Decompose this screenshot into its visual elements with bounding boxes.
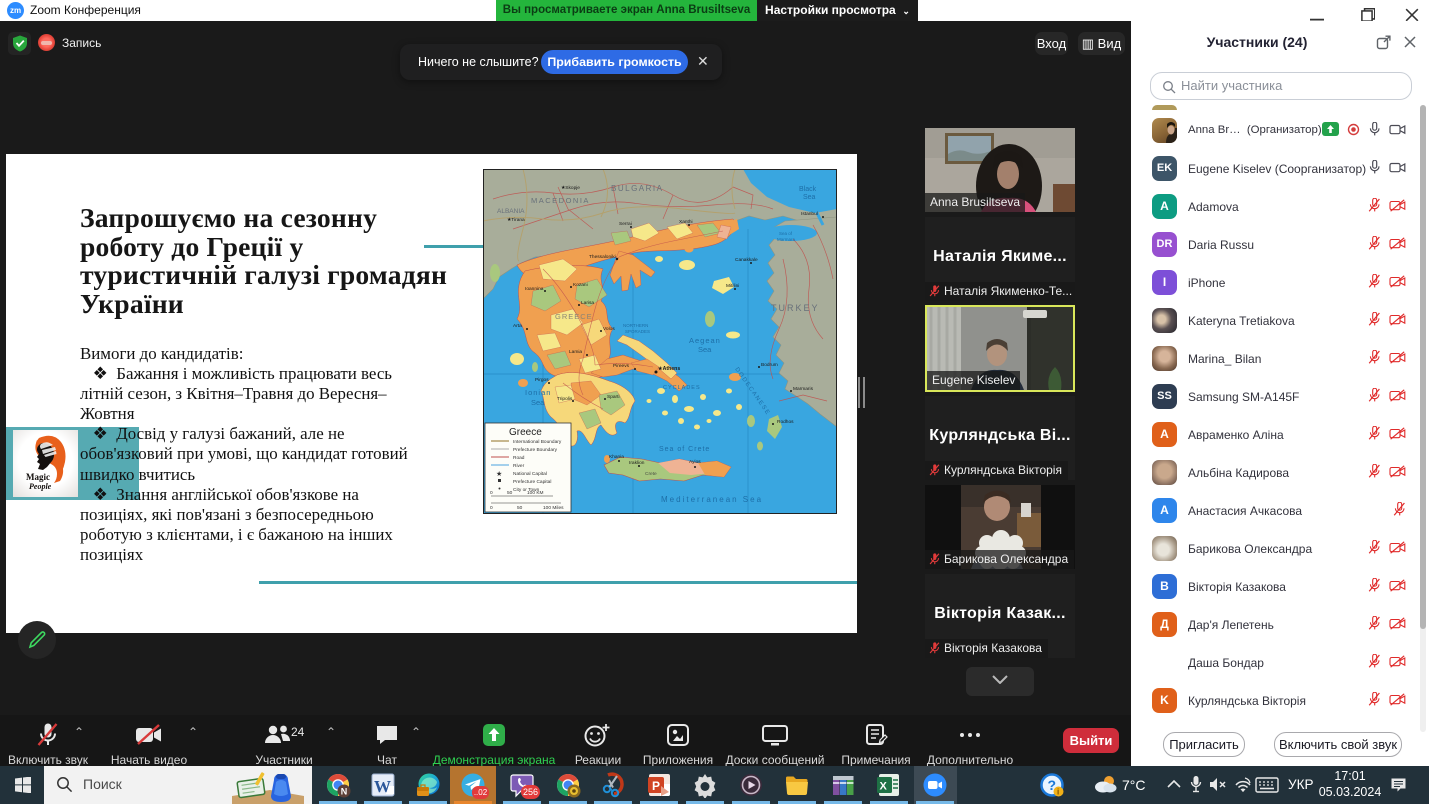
svg-text:TURKEY: TURKEY: [771, 303, 820, 313]
svg-text:Ionian: Ionian: [525, 388, 551, 397]
svg-text:Crete: Crete: [645, 471, 657, 477]
svg-text:i: i: [1057, 788, 1059, 797]
svg-text:24: 24: [291, 725, 305, 739]
svg-text:SPORADES: SPORADES: [625, 329, 650, 334]
svg-text:50: 50: [517, 505, 523, 511]
svg-text:Prefecture Boundary: Prefecture Boundary: [513, 447, 558, 453]
svg-text:Marmaris: Marmaris: [793, 386, 814, 392]
svg-text:Mediterranean Sea: Mediterranean Sea: [661, 495, 763, 504]
svg-text:Sea of Crete: Sea of Crete: [659, 446, 710, 453]
svg-text:Kozani: Kozani: [573, 282, 588, 288]
svg-text:Arta: Arta: [513, 323, 522, 329]
svg-text:Sea: Sea: [803, 194, 816, 201]
svg-text:Pireevs: Pireevs: [613, 363, 630, 369]
svg-text:X: X: [880, 781, 888, 793]
svg-text:BULGARIA: BULGARIA: [611, 184, 663, 193]
svg-text:Sea: Sea: [698, 345, 712, 354]
svg-text:50: 50: [507, 490, 513, 496]
svg-text:★Tirana: ★Tirana: [507, 217, 525, 223]
svg-text:100 Miles: 100 Miles: [543, 505, 564, 511]
svg-text:0: 0: [490, 490, 493, 496]
svg-text:★Skopje: ★Skopje: [561, 185, 580, 191]
svg-text:Ioannina: Ioannina: [525, 286, 544, 292]
svg-text:Iraklion: Iraklion: [629, 460, 645, 466]
svg-text:Sea: Sea: [531, 398, 545, 407]
svg-text:GREECE: GREECE: [555, 312, 593, 321]
svg-text:Greece: Greece: [509, 427, 542, 438]
svg-text:Canakkale: Canakkale: [735, 257, 758, 263]
svg-text:Ayios: Ayios: [689, 459, 701, 465]
svg-text:National Capital: National Capital: [513, 471, 547, 477]
svg-text:Pirgos: Pirgos: [535, 377, 549, 383]
svg-text:Larisa: Larisa: [581, 300, 594, 306]
svg-text:Black: Black: [799, 186, 817, 193]
svg-text:Xanthi: Xanthi: [679, 219, 693, 225]
svg-text:★Athens: ★Athens: [658, 366, 680, 372]
svg-text:Serrai: Serrai: [619, 221, 632, 227]
svg-text:MACEDONIA: MACEDONIA: [531, 196, 590, 205]
svg-text:Tripolis: Tripolis: [557, 396, 573, 402]
svg-text:International Boundary: International Boundary: [513, 439, 562, 445]
svg-text:People: People: [29, 482, 52, 491]
svg-text:Thessaloniki: Thessaloniki: [589, 254, 616, 260]
svg-text:Istanbul: Istanbul: [801, 211, 818, 217]
svg-text:N: N: [341, 787, 348, 797]
svg-text:Prefecture Capital: Prefecture Capital: [513, 479, 551, 485]
svg-text:Khania: Khania: [609, 454, 624, 460]
svg-text:Sea of: Sea of: [779, 231, 793, 236]
svg-text:0: 0: [490, 505, 493, 511]
svg-text:ALBANIA: ALBANIA: [497, 208, 525, 215]
svg-text:Lamia: Lamia: [569, 349, 582, 355]
svg-text:Mitilini: Mitilini: [726, 283, 739, 289]
svg-text:CYCLADES: CYCLADES: [663, 385, 701, 391]
svg-text:Rodhos: Rodhos: [777, 419, 794, 425]
svg-text:Sparti: Sparti: [607, 394, 620, 400]
svg-text:Road: Road: [513, 455, 525, 461]
svg-text:Aegean: Aegean: [689, 336, 721, 345]
svg-text:Magic: Magic: [26, 472, 50, 482]
svg-text:100 KM: 100 KM: [527, 490, 544, 496]
svg-text:Volos: Volos: [603, 326, 615, 332]
svg-text:Marmara: Marmara: [777, 237, 795, 242]
svg-text:W: W: [374, 777, 391, 796]
svg-text:P: P: [652, 779, 660, 793]
svg-text:NORTHERN: NORTHERN: [623, 323, 648, 328]
svg-text:Bodrum: Bodrum: [761, 362, 778, 368]
svg-text:River: River: [513, 463, 525, 469]
svg-text:★: ★: [496, 470, 502, 478]
